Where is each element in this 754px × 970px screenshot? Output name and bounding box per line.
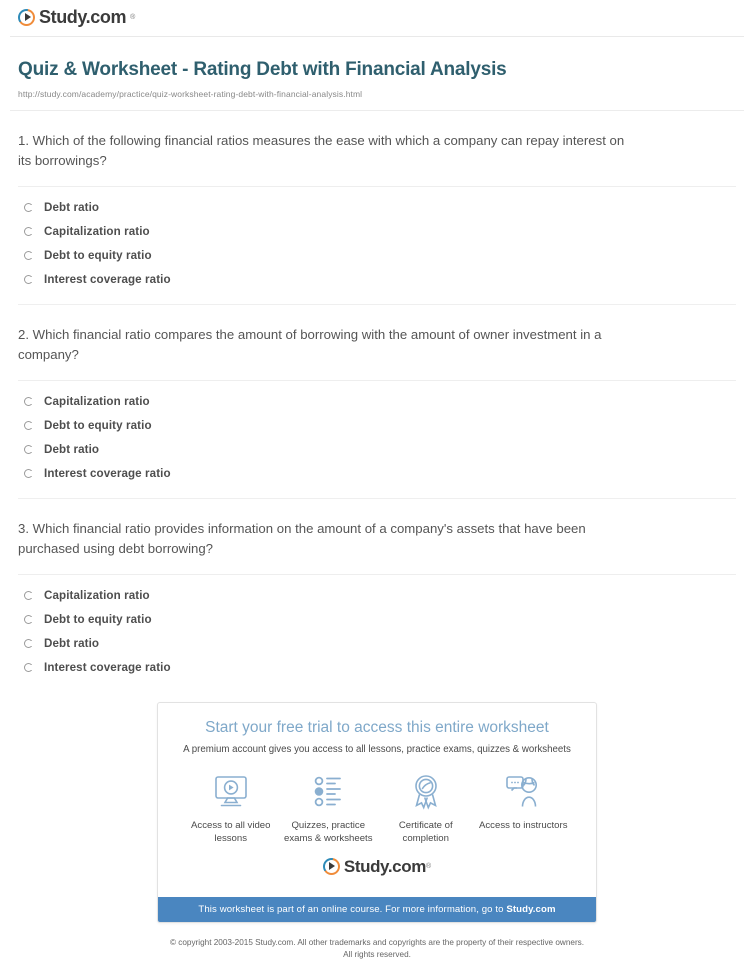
question-text: 2. Which financial ratio compares the am… bbox=[18, 326, 602, 363]
feature-item: Access to all video lessons bbox=[182, 771, 280, 846]
questions-list: 1. Which of the following financial rati… bbox=[10, 111, 744, 680]
instructor-chat-icon bbox=[475, 771, 573, 813]
options-group: Debt ratio Capitalization ratio Debt to … bbox=[18, 187, 736, 292]
radio-button-icon[interactable] bbox=[24, 663, 33, 673]
promo-logo[interactable]: Study.com ® bbox=[176, 850, 578, 887]
option-row[interactable]: Capitalization ratio bbox=[18, 584, 736, 608]
feature-label: Quizzes, practice exams & worksheets bbox=[283, 820, 373, 845]
checklist-icon bbox=[280, 771, 378, 813]
promo-content: Start your free trial to access this ent… bbox=[158, 703, 596, 897]
play-circle-icon bbox=[18, 8, 35, 26]
free-trial-card: Start your free trial to access this ent… bbox=[157, 701, 597, 923]
option-row[interactable]: Debt to equity ratio bbox=[18, 414, 736, 438]
question-text: 1. Which of the following financial rati… bbox=[18, 132, 625, 169]
page-url: http://study.com/academy/practice/quiz-w… bbox=[18, 88, 363, 99]
promo-banner-link[interactable]: Study.com bbox=[506, 904, 555, 915]
promo-subtitle: A premium account gives you access to al… bbox=[183, 744, 571, 756]
promo-section: Start your free trial to access this ent… bbox=[10, 680, 744, 923]
footer: © copyright 2003-2015 Study.com. All oth… bbox=[10, 923, 744, 961]
feature-item: Access to instructors bbox=[475, 771, 573, 846]
options-group: Capitalization ratio Debt to equity rati… bbox=[18, 575, 736, 680]
radio-button-icon[interactable] bbox=[24, 615, 33, 625]
brand-name: Study.com bbox=[39, 7, 127, 27]
option-row[interactable]: Debt to equity ratio bbox=[18, 244, 736, 268]
title-block: Quiz & Worksheet - Rating Debt with Fina… bbox=[10, 37, 744, 99]
feature-label: Certificate of completion bbox=[398, 820, 453, 845]
option-label: Interest coverage ratio bbox=[44, 661, 171, 675]
option-label: Debt to equity ratio bbox=[44, 249, 152, 263]
worksheet-page: Study.com ® Quiz & Worksheet - Rating De… bbox=[0, 0, 754, 970]
radio-button-icon[interactable] bbox=[24, 203, 33, 213]
option-label: Interest coverage ratio bbox=[44, 467, 171, 481]
award-ribbon-icon bbox=[377, 771, 475, 813]
option-row[interactable]: Interest coverage ratio bbox=[18, 656, 736, 680]
option-row[interactable]: Interest coverage ratio bbox=[18, 462, 736, 486]
option-label: Debt to equity ratio bbox=[44, 419, 152, 433]
radio-button-icon[interactable] bbox=[24, 397, 33, 407]
option-label: Debt to equity ratio bbox=[44, 613, 152, 627]
option-row[interactable]: Debt ratio bbox=[18, 196, 736, 220]
option-label: Capitalization ratio bbox=[44, 225, 150, 239]
radio-button-icon[interactable] bbox=[24, 639, 33, 649]
trademark-symbol: ® bbox=[425, 862, 432, 870]
promo-title: Start your free trial to access this ent… bbox=[205, 718, 549, 736]
play-circle-icon bbox=[322, 857, 340, 875]
radio-button-icon[interactable] bbox=[24, 251, 33, 261]
radio-button-icon[interactable] bbox=[24, 227, 33, 237]
monitor-play-icon bbox=[182, 771, 280, 813]
brand-name: Study.com bbox=[343, 856, 426, 876]
option-label: Debt ratio bbox=[44, 443, 100, 457]
option-row[interactable]: Capitalization ratio bbox=[18, 390, 736, 414]
radio-button-icon[interactable] bbox=[24, 591, 33, 601]
feature-label: Access to instructors bbox=[478, 820, 568, 832]
features-row: Access to all video lessons Quizzes, pra… bbox=[176, 755, 578, 850]
page-title: Quiz & Worksheet - Rating Debt with Fina… bbox=[18, 59, 507, 80]
feature-item: Certificate of completion bbox=[377, 771, 475, 846]
brand-header: Study.com ® bbox=[10, 0, 744, 32]
question-block: 3. Which financial ratio provides inform… bbox=[18, 499, 736, 680]
option-label: Interest coverage ratio bbox=[44, 273, 171, 287]
option-row[interactable]: Debt ratio bbox=[18, 438, 736, 462]
question-block: 1. Which of the following financial rati… bbox=[18, 111, 736, 305]
option-label: Capitalization ratio bbox=[44, 589, 150, 603]
question-block: 2. Which financial ratio compares the am… bbox=[18, 305, 736, 499]
option-label: Debt ratio bbox=[44, 637, 100, 651]
options-group: Capitalization ratio Debt to equity rati… bbox=[18, 381, 736, 486]
study-logo[interactable]: Study.com ® bbox=[18, 8, 135, 26]
feature-item: Quizzes, practice exams & worksheets bbox=[280, 771, 378, 846]
option-row[interactable]: Debt ratio bbox=[18, 632, 736, 656]
promo-banner: This worksheet is part of an online cour… bbox=[158, 896, 596, 922]
feature-label: Access to all video lessons bbox=[191, 820, 271, 845]
copyright-line-2: All rights reserved. bbox=[343, 949, 411, 959]
radio-button-icon[interactable] bbox=[24, 469, 33, 479]
option-label: Capitalization ratio bbox=[44, 395, 150, 409]
option-row[interactable]: Capitalization ratio bbox=[18, 220, 736, 244]
copyright-line-1: © copyright 2003-2015 Study.com. All oth… bbox=[169, 937, 585, 947]
option-row[interactable]: Interest coverage ratio bbox=[18, 268, 736, 292]
promo-banner-text: This worksheet is part of an online cour… bbox=[198, 903, 507, 915]
radio-button-icon[interactable] bbox=[24, 445, 33, 455]
option-row[interactable]: Debt to equity ratio bbox=[18, 608, 736, 632]
option-label: Debt ratio bbox=[44, 201, 100, 215]
trademark-symbol: ® bbox=[130, 13, 136, 21]
question-text: 3. Which financial ratio provides inform… bbox=[18, 520, 586, 557]
radio-button-icon[interactable] bbox=[24, 421, 33, 431]
radio-button-icon[interactable] bbox=[24, 275, 33, 285]
